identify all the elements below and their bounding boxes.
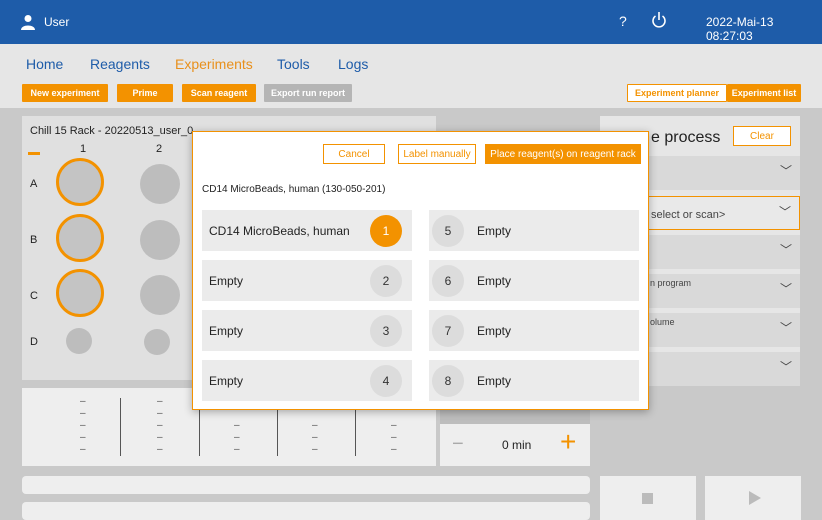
play-icon [749,491,761,505]
stop-icon [642,493,653,504]
timer-value: 0 min [502,438,532,452]
rack-slot[interactable]: CD14 MicroBeads, human 1 [202,210,412,251]
decrease-button[interactable]: − [452,433,464,456]
empty-cell: – – – – – [157,396,163,455]
power-icon[interactable] [651,11,667,29]
user-icon[interactable] [20,14,36,30]
slot-number: 8 [432,365,464,397]
rack-well[interactable] [56,158,104,206]
export-run-report-button[interactable]: Export run report [264,84,352,102]
status-bar [22,476,590,494]
empty-cell: – – – [391,420,397,455]
experiment-list-button[interactable]: Experiment list [727,84,801,102]
rack-slot[interactable]: 7 Empty [429,310,639,351]
slot-name: Empty [209,374,244,388]
timer-control: − 0 min + [440,424,590,466]
prime-button[interactable]: Prime [117,84,173,102]
rack-well[interactable] [140,275,180,315]
nav-tools[interactable]: Tools [277,56,310,72]
rack-well[interactable] [56,214,104,262]
reagent-title: CD14 MicroBeads, human (130-050-201) [202,184,386,195]
program-label: n program [650,278,692,288]
rack-slot[interactable]: 6 Empty [429,260,639,301]
rack-title: Chill 15 Rack - 20220513_user_0 [30,125,194,137]
rack-well[interactable] [140,220,180,260]
chevron-down-icon: ﹀ [779,360,792,374]
slot-number: 4 [370,365,402,397]
status-bar [22,502,590,520]
nav-experiments[interactable]: Experiments [175,56,253,72]
slot-number: 5 [432,215,464,247]
divider [120,398,121,456]
timer-bar [440,408,590,424]
chevron-down-icon: ﹀ [779,282,792,296]
rack-collapse-dash[interactable] [28,152,40,155]
user-label[interactable]: User [44,15,69,29]
column-header: 1 [80,143,87,155]
place-reagents-button[interactable]: Place reagent(s) on reagent rack [485,144,641,164]
increase-button[interactable]: + [560,426,576,458]
cancel-button[interactable]: Cancel [323,144,385,164]
rack-slot[interactable]: 8 Empty [429,360,639,401]
play-button[interactable] [705,476,801,520]
slot-number: 6 [432,265,464,297]
row-header: B [30,234,38,246]
row-header: D [30,336,38,348]
rack-well[interactable] [56,269,104,317]
main-nav: Home Reagents Experiments Tools Logs [0,44,822,78]
slot-number: 3 [370,315,402,347]
top-bar: User ? 2022-Mai-13 08:27:03 [0,0,822,44]
process-title: e process [651,129,721,146]
scan-reagent-button[interactable]: Scan reagent [182,84,256,102]
stop-button[interactable] [600,476,696,520]
slot-name: Empty [477,274,512,288]
nav-logs[interactable]: Logs [338,56,368,72]
rack-well[interactable] [66,328,92,354]
empty-cell: – – – [312,420,318,455]
rack-slot[interactable]: Empty 3 [202,310,412,351]
row-header: C [30,290,38,302]
nav-reagents[interactable]: Reagents [90,56,150,72]
help-icon[interactable]: ? [619,13,627,29]
chevron-down-icon: ﹀ [779,164,792,178]
rack-slot[interactable]: 5 Empty [429,210,639,251]
slot-name: Empty [477,324,512,338]
volume-label: olume [650,317,675,327]
place-reagents-dialog: Cancel Label manually Place reagent(s) o… [192,131,649,410]
datetime: 2022-Mai-13 08:27:03 [706,15,774,43]
empty-cell: – – – – – [80,396,86,455]
rack-slot[interactable]: Empty 2 [202,260,412,301]
column-header: 2 [156,143,163,155]
new-experiment-button[interactable]: New experiment [22,84,108,102]
slot-name: Empty [477,224,512,238]
rack-well[interactable] [144,329,170,355]
nav-home[interactable]: Home [26,56,63,72]
empty-cell: – – – [234,420,240,455]
slot-number: 7 [432,315,464,347]
slot-number: 1 [370,215,402,247]
chevron-down-icon: ﹀ [779,243,792,257]
chevron-down-icon: ﹀ [778,205,791,219]
toolbar: New experiment Prime Scan reagent Export… [0,78,822,108]
experiment-planner-button[interactable]: Experiment planner [627,84,727,102]
slot-number: 2 [370,265,402,297]
slot-name: Empty [209,274,244,288]
chevron-down-icon: ﹀ [779,321,792,335]
label-manually-button[interactable]: Label manually [398,144,476,164]
rack-slot[interactable]: Empty 4 [202,360,412,401]
slot-name: CD14 MicroBeads, human [209,224,350,238]
row-header: A [30,178,38,190]
slot-name: Empty [209,324,244,338]
rack-well[interactable] [140,164,180,204]
select-hint: select or scan> [651,209,726,221]
slot-name: Empty [477,374,512,388]
clear-button[interactable]: Clear [733,126,791,146]
